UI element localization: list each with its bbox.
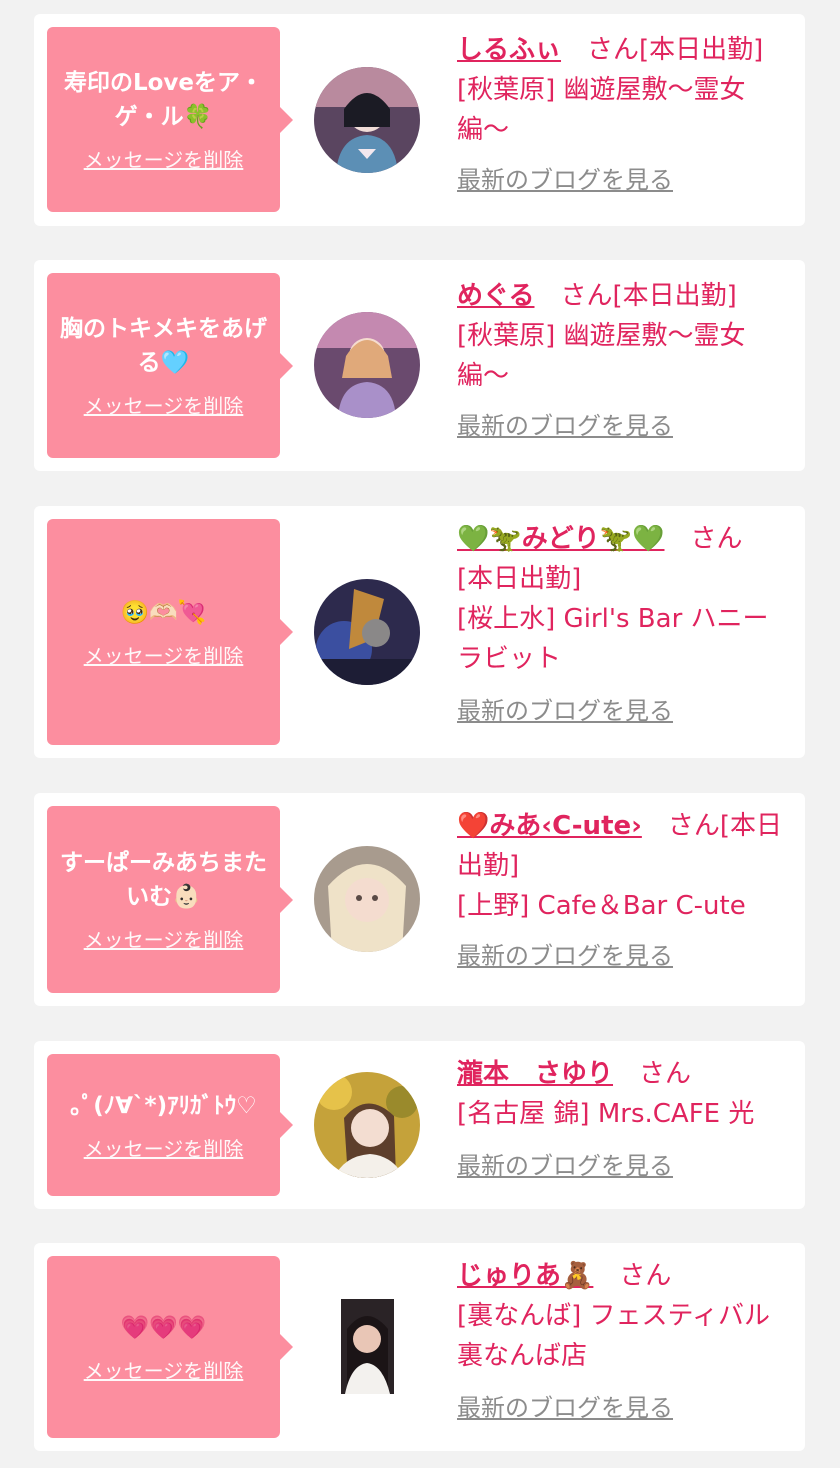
cast-name-link[interactable]: 瀧本 さゆり [457, 1059, 613, 1089]
avatar-photo-icon [341, 1299, 394, 1394]
message-bubble: 胸のトキメキをあげる🩵 メッセージを削除 [47, 273, 293, 458]
cast-name-link[interactable]: 💚🦖みどり🦖💚 [457, 524, 665, 554]
avatar-photo-icon [314, 579, 420, 685]
blog-link[interactable]: 最新のブログを見る [457, 691, 673, 731]
cast-info: ❤️みあ‹C-ute› さん[本日出勤] [上野] Cafe＆Bar C-ute … [457, 806, 791, 976]
cast-name-link[interactable]: めぐる [457, 281, 534, 311]
status-text: [本日出勤] [457, 564, 582, 594]
delete-message-link[interactable]: メッセージを削除 [84, 144, 244, 173]
avatar[interactable] [314, 67, 420, 173]
blog-link[interactable]: 最新のブログを見る [457, 406, 673, 446]
cast-info: 💚🦖みどり🦖💚 さん [本日出勤] [桜上水] Girl's Bar ハニーラビッ… [457, 519, 791, 731]
honorific: さん [690, 524, 743, 554]
message-text: 胸のトキメキをあげる🩵 [60, 316, 267, 376]
avatar[interactable] [341, 1299, 394, 1394]
delete-message-link[interactable]: メッセージを削除 [84, 1355, 244, 1384]
delete-message-link[interactable]: メッセージを削除 [84, 924, 244, 953]
cast-name-link[interactable]: しるふぃ [457, 35, 561, 65]
honorific: さん [639, 1059, 692, 1089]
cast-name-link[interactable]: ❤️みあ‹C-ute› [457, 811, 642, 841]
avatar[interactable] [314, 846, 420, 952]
cast-info: しるふぃ さん[本日出勤] [秋葉原] 幽遊屋敷〜霊女編〜 最新のブログを見る [457, 30, 791, 200]
message-card: 🥹🫶🏻💘 メッセージを削除 💚🦖みどり🦖💚 さん [本日出勤] [桜上水] Gir… [34, 506, 805, 758]
avatar-photo-icon [314, 67, 420, 173]
message-card: 寿印のLoveをア・ゲ・ル🍀 メッセージを削除 しるふぃ さん[本日出勤] [秋葉… [34, 14, 805, 226]
blog-link[interactable]: 最新のブログを見る [457, 936, 673, 976]
status-text: [本日出勤] [639, 35, 764, 65]
message-bubble: すーぱーみあちまたいむ👶🏻 メッセージを削除 [47, 806, 293, 993]
message-text: 寿印のLoveをア・ゲ・ル🍀 [63, 70, 264, 130]
message-text: 💗💗💗 [120, 1314, 207, 1341]
delete-message-link[interactable]: メッセージを削除 [84, 640, 244, 669]
cast-info: 瀧本 さゆり さん [名古屋 錦] Mrs.CAFE 光 最新のブログを見る [457, 1054, 791, 1186]
cast-info: じゅりあ🧸 さん [裏なんば] フェスティバル裏なんば店 最新のブログを見る [457, 1256, 791, 1428]
message-card: すーぱーみあちまたいむ👶🏻 メッセージを削除 ❤️みあ‹C-ute› さん[本日出… [34, 793, 805, 1006]
message-bubble: ｡ﾟ(ﾉ∀`*)ｱﾘｶﾞﾄｳ♡ メッセージを削除 [47, 1054, 293, 1196]
avatar[interactable] [314, 1072, 420, 1178]
honorific: さん [667, 811, 720, 841]
blog-link[interactable]: 最新のブログを見る [457, 1146, 673, 1186]
honorific: さん [587, 35, 640, 65]
avatar[interactable] [314, 579, 420, 685]
shop-text: [裏なんば] フェスティバル裏なんば店 [457, 1301, 770, 1371]
avatar-photo-icon [314, 312, 420, 418]
shop-text: [名古屋 錦] Mrs.CAFE 光 [457, 1099, 755, 1129]
cast-info: めぐる さん[本日出勤] [秋葉原] 幽遊屋敷〜霊女編〜 最新のブログを見る [457, 276, 791, 446]
delete-message-link[interactable]: メッセージを削除 [84, 1133, 244, 1162]
message-bubble: 🥹🫶🏻💘 メッセージを削除 [47, 519, 293, 745]
message-bubble: 💗💗💗 メッセージを削除 [47, 1256, 293, 1438]
delete-message-link[interactable]: メッセージを削除 [84, 390, 244, 419]
message-card: 💗💗💗 メッセージを削除 じゅりあ🧸 さん [裏なんば] フェスティバル裏なんば店… [34, 1243, 805, 1451]
message-text: すーぱーみあちまたいむ👶🏻 [60, 850, 267, 910]
message-card: ｡ﾟ(ﾉ∀`*)ｱﾘｶﾞﾄｳ♡ メッセージを削除 瀧本 さゆり さん [名古屋 錦… [34, 1041, 805, 1209]
message-card: 胸のトキメキをあげる🩵 メッセージを削除 めぐる さん[本日出勤] [秋葉原] 幽… [34, 260, 805, 471]
cast-name-link[interactable]: じゅりあ🧸 [457, 1261, 593, 1291]
avatar-photo-icon [314, 846, 420, 952]
message-text: ｡ﾟ(ﾉ∀`*)ｱﾘｶﾞﾄｳ♡ [70, 1092, 257, 1119]
message-text: 🥹🫶🏻💘 [120, 599, 207, 626]
shop-text: [桜上水] Girl's Bar ハニーラビット [457, 604, 769, 674]
avatar[interactable] [314, 312, 420, 418]
shop-text: [秋葉原] 幽遊屋敷〜霊女編〜 [457, 75, 746, 145]
shop-text: [秋葉原] 幽遊屋敷〜霊女編〜 [457, 321, 746, 391]
blog-link[interactable]: 最新のブログを見る [457, 1388, 673, 1428]
blog-link[interactable]: 最新のブログを見る [457, 160, 673, 200]
message-bubble: 寿印のLoveをア・ゲ・ル🍀 メッセージを削除 [47, 27, 293, 212]
honorific: さん [560, 281, 613, 311]
avatar-photo-icon [314, 1072, 420, 1178]
honorific: さん [619, 1261, 672, 1291]
shop-text: [上野] Cafe＆Bar C-ute [457, 891, 746, 921]
status-text: [本日出勤] [612, 281, 737, 311]
